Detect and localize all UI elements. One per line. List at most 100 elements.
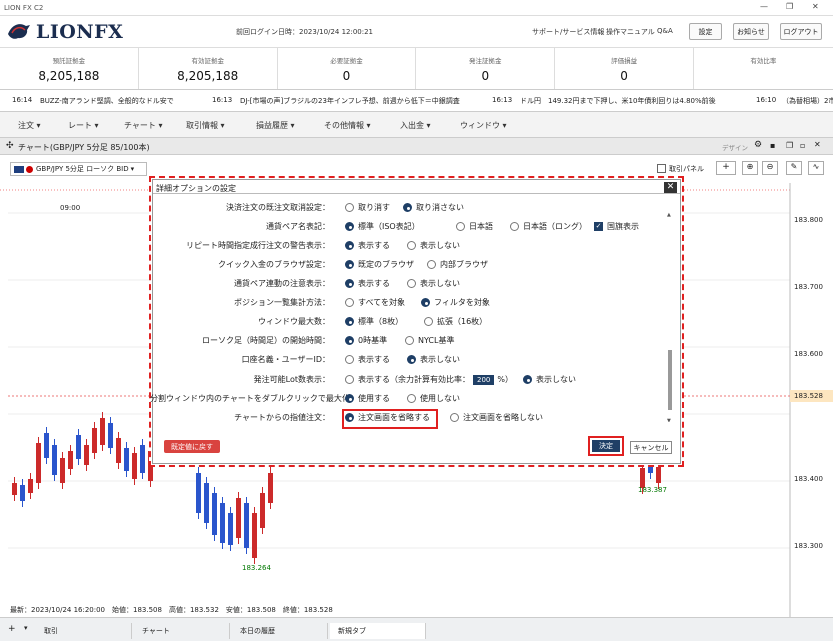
- menu-other-info[interactable]: その他情報 ▾: [324, 120, 371, 131]
- maximize-icon[interactable]: ▫: [800, 141, 805, 150]
- option-radio[interactable]: 拡張（16枚）: [424, 316, 487, 327]
- design-label[interactable]: デザイン: [722, 142, 748, 152]
- menu-order[interactable]: 注文 ▾: [18, 120, 41, 131]
- equity-cell: 有効証拠金 8,205,188: [139, 48, 278, 89]
- option-radio[interactable]: 内部ブラウザ: [427, 259, 488, 270]
- add-tab-icon[interactable]: +: [8, 624, 16, 634]
- option-radio[interactable]: フィルタを対象: [421, 297, 490, 308]
- option-radio[interactable]: 表示しない: [407, 278, 460, 289]
- close-icon[interactable]: ✕: [812, 2, 819, 11]
- option-radio[interactable]: 0時基準: [345, 335, 387, 346]
- radio-icon: [407, 241, 416, 250]
- option-radio[interactable]: 使用しない: [407, 393, 460, 404]
- ticker-headline[interactable]: DJ-[市場の声]ブラジルの23年インフレ予想、前週から低下＝中銀調査: [240, 96, 460, 106]
- option-radio[interactable]: 既定のブラウザ: [345, 259, 414, 270]
- option-radio[interactable]: 使用する: [345, 393, 390, 404]
- brand-name: LIONFX: [36, 21, 124, 43]
- option-text: 表示しない: [420, 355, 460, 364]
- option-radio[interactable]: 注文画面を省略しない: [450, 412, 543, 423]
- symbol-select[interactable]: GBP/JPY 5分足 ローソク BID ▾: [10, 162, 147, 176]
- option-radio[interactable]: 日本語（ロング）: [510, 221, 587, 232]
- notices-button[interactable]: お知らせ: [733, 23, 769, 40]
- app-title: LION FX C2: [4, 3, 44, 12]
- option-radio[interactable]: 表示する（余力計算有効比率： 200%）: [345, 374, 513, 385]
- menu-pnl-history[interactable]: 損益履歴 ▾: [256, 120, 295, 131]
- pnl-cell: 評価損益 0: [555, 48, 694, 89]
- faq-link[interactable]: Q&A: [657, 27, 673, 35]
- option-radio[interactable]: 標準（8枚）: [345, 316, 403, 327]
- tab-trade[interactable]: 取引: [36, 623, 132, 639]
- option-label: ウィンドウ最大数：: [258, 317, 330, 326]
- support-link[interactable]: サポート/サービス情報: [532, 27, 604, 37]
- ratio-input[interactable]: 200: [473, 374, 495, 385]
- reset-defaults-button[interactable]: 既定値に戻す: [164, 440, 220, 453]
- ticker-headline[interactable]: BUZZ-南アランド堅調、全般的なドル安で: [40, 96, 174, 106]
- manual-link[interactable]: 操作マニュアル: [606, 27, 655, 37]
- restore-icon[interactable]: ❐: [786, 141, 793, 150]
- close-icon[interactable]: ✕: [814, 140, 821, 149]
- tab-today-history[interactable]: 本日の履歴: [232, 623, 328, 639]
- option-radio[interactable]: すべてを対象: [345, 297, 405, 308]
- option-radio[interactable]: 表示しない: [407, 354, 460, 365]
- crosshair-icon[interactable]: +: [716, 161, 736, 175]
- flag-display-checkbox[interactable]: ✓ 国旗表示: [594, 221, 639, 232]
- ticker-headline[interactable]: （為替相場）2市: [782, 96, 833, 106]
- option-radio[interactable]: 表示する: [345, 278, 390, 289]
- pin-icon[interactable]: ▪: [770, 141, 775, 150]
- price-tick: 183.600: [794, 350, 823, 358]
- logout-button[interactable]: ログアウト: [780, 23, 822, 40]
- option-radio[interactable]: NYCL基準: [405, 335, 454, 346]
- chart-window-bar: ✣ チャート(GBP/JPY 5分足 85/100本) デザイン ⚙ ▪ ❐ ▫…: [0, 138, 833, 155]
- option-label: 通貨ペア名表記：: [266, 222, 330, 231]
- radio-icon: [405, 336, 414, 345]
- menu-rate[interactable]: レート ▾: [68, 120, 99, 131]
- ticker-headline[interactable]: ドル円 149.32円まで下押し、米10年債利回りは4.80%前後: [520, 96, 716, 106]
- option-label: ポジション一覧集計方法：: [234, 298, 330, 307]
- zoom-in-icon[interactable]: ⊕: [742, 161, 758, 175]
- settings-button[interactable]: 設定: [689, 23, 722, 40]
- tab-chart[interactable]: チャート: [134, 623, 230, 639]
- option-radio[interactable]: 表示しない: [523, 374, 576, 385]
- chart-window-title: チャート(GBP/JPY 5分足 85/100本): [18, 143, 150, 152]
- option-text: 拡張（16枚）: [437, 317, 488, 326]
- radio-icon: [345, 336, 354, 345]
- option-radio[interactable]: 取り消さない: [403, 202, 464, 213]
- option-text: 表示する: [358, 279, 390, 288]
- cancel-button[interactable]: キャンセル: [630, 441, 672, 454]
- option-row: 決済注文の既注文取消設定： 取り消す 取り消さない: [153, 202, 673, 216]
- equity-value: 8,205,188: [177, 69, 239, 83]
- ok-button[interactable]: 決定: [592, 440, 620, 452]
- pen-icon[interactable]: ✎: [786, 161, 802, 175]
- menu-window[interactable]: ウィンドウ ▾: [460, 120, 507, 131]
- menu-deposit[interactable]: 入出金 ▾: [400, 120, 431, 131]
- menu-chart[interactable]: チャート ▾: [124, 120, 162, 131]
- radio-icon: [407, 394, 416, 403]
- radio-icon: [456, 222, 465, 231]
- option-label: 通貨ペア連動の注意表示：: [234, 279, 330, 288]
- zoom-out-icon[interactable]: ⊖: [762, 161, 778, 175]
- option-radio[interactable]: 取り消す: [345, 202, 390, 213]
- chevron-down-icon[interactable]: ▾: [24, 624, 28, 632]
- indicator-icon[interactable]: ∿: [808, 161, 824, 175]
- option-text: フィルタを対象: [434, 298, 490, 307]
- move-icon[interactable]: ✣: [6, 141, 14, 151]
- option-radio[interactable]: 表示する: [345, 354, 390, 365]
- dialog-close-icon[interactable]: ✕: [664, 182, 677, 193]
- option-text: 標準（8枚）: [358, 317, 404, 326]
- option-text: 使用する: [358, 394, 390, 403]
- option-radio[interactable]: 表示しない: [407, 240, 460, 251]
- gear-icon[interactable]: ⚙: [754, 140, 762, 150]
- option-row: ポジション一覧集計方法： すべてを対象 フィルタを対象: [153, 297, 673, 311]
- news-ticker[interactable]: 16:14 BUZZ-南アランド堅調、全般的なドル安で 16:13 DJ-[市場…: [0, 90, 833, 112]
- required-margin-cell: 必要証拠金 0: [278, 48, 417, 89]
- radio-icon: [345, 375, 354, 384]
- option-radio[interactable]: 表示する: [345, 240, 390, 251]
- option-radio[interactable]: 標準（ISO表記）: [345, 221, 420, 232]
- maximize-icon[interactable]: ❐: [786, 2, 793, 11]
- tab-new[interactable]: 新規タブ: [330, 623, 426, 639]
- minimize-icon[interactable]: —: [760, 2, 768, 11]
- trade-panel-checkbox[interactable]: [657, 164, 666, 173]
- option-radio[interactable]: 日本語: [456, 221, 493, 232]
- radio-icon: [407, 279, 416, 288]
- menu-trade-info[interactable]: 取引情報 ▾: [186, 120, 225, 131]
